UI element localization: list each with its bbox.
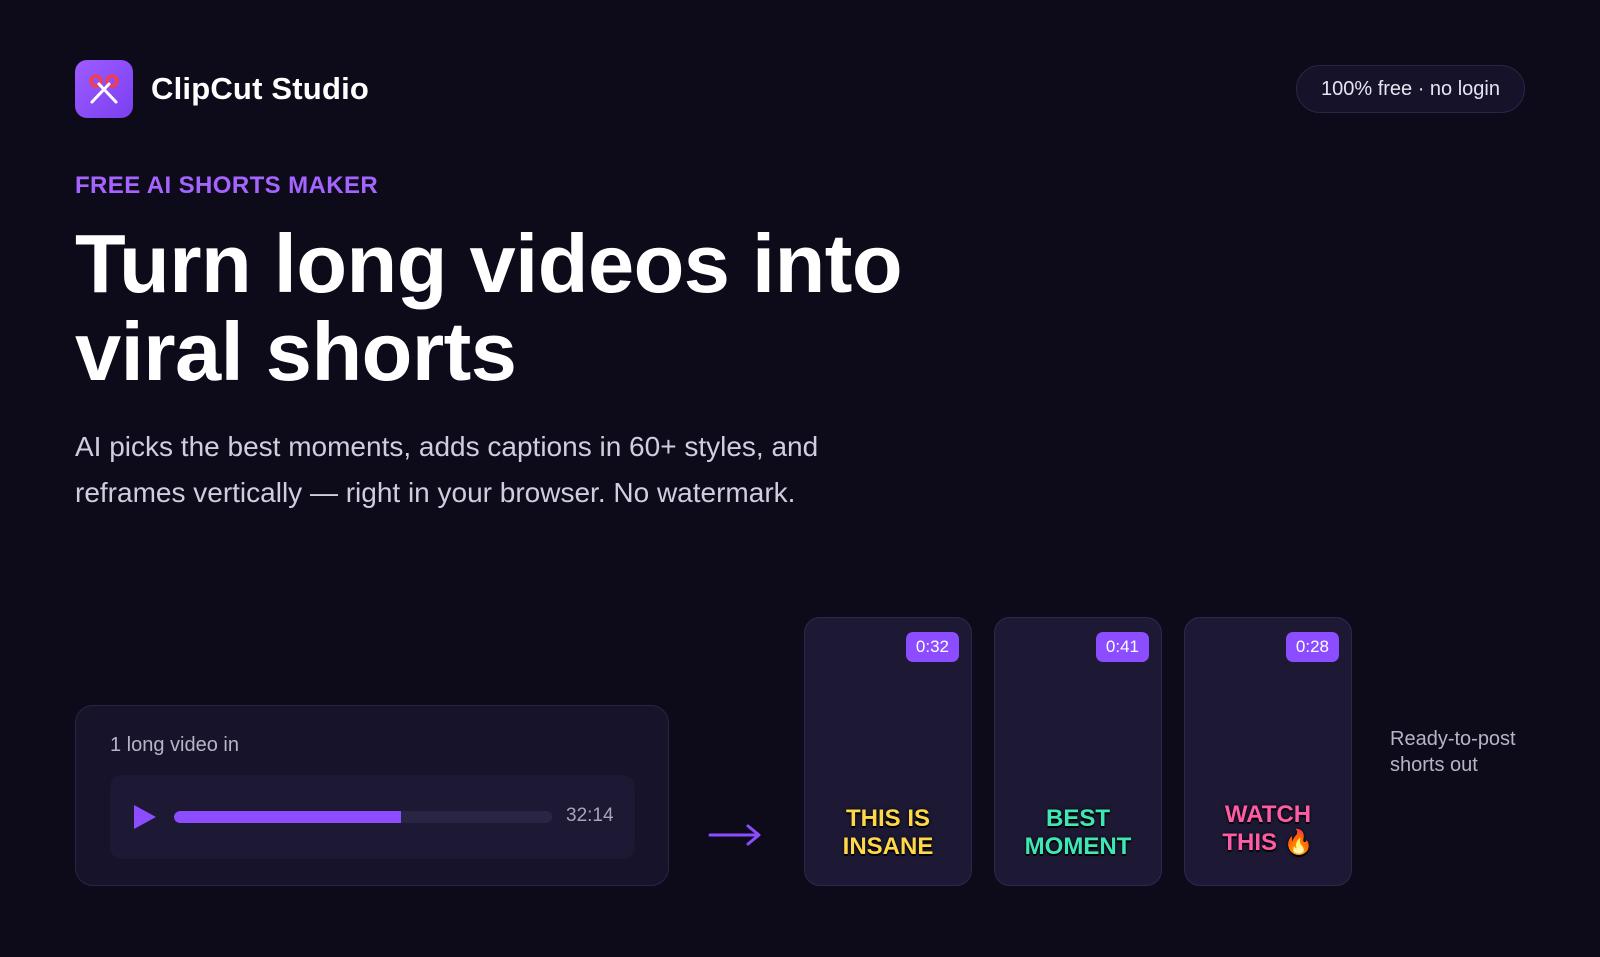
caption-line: THIS IS [845,805,930,832]
brand-name: ClipCut Studio [151,71,370,106]
headline-line-2: viral shorts [75,305,517,398]
caption-line: THIS 🔥 [1222,829,1314,856]
free-badge: 100% free · no login [1295,65,1525,113]
headline-line-1: Turn long videos into [75,217,903,310]
progress-fill [174,811,401,823]
short-caption: BEST MOMENT [995,805,1161,861]
arrow-right-icon [708,824,761,846]
caption-line: BEST [1045,805,1110,832]
site-header: ClipCut Studio 100% free · no login [75,60,1525,118]
short-caption: THIS IS INSANE [805,805,971,861]
short-card[interactable]: 0:28 WATCH THIS 🔥 [1184,617,1352,886]
short-duration-badge: 0:41 [1095,632,1149,662]
caption-line: MOMENT [1024,833,1132,860]
subtitle-line-2: reframes vertically — right in your brow… [75,477,796,508]
short-duration-badge: 0:28 [1285,632,1339,662]
caption-line: WATCH [1224,801,1312,828]
short-card[interactable]: 0:41 BEST MOMENT [994,617,1162,886]
page-title: Turn long videos into viral shorts [75,220,975,396]
output-label-line-2: shorts out [1390,754,1478,776]
subtitle-line-1: AI picks the best moments, adds captions… [75,431,819,462]
short-duration-badge: 0:32 [905,632,959,662]
input-video-label: 1 long video in [110,734,239,756]
eyebrow-label: FREE AI SHORTS MAKER [75,172,379,199]
input-video-card: 1 long video in 32:14 [75,705,669,886]
short-card[interactable]: 0:32 THIS IS INSANE [804,617,972,886]
scissors-icon [75,60,133,118]
video-duration: 32:14 [566,805,614,826]
output-label: Ready-to-post shorts out [1390,726,1540,778]
output-label-line-1: Ready-to-post [1390,728,1516,750]
play-icon[interactable] [132,803,158,831]
caption-line: INSANE [842,833,934,860]
short-caption: WATCH THIS 🔥 [1185,801,1351,857]
progress-track[interactable] [174,811,552,823]
brand[interactable]: ClipCut Studio [75,60,369,118]
video-player: 32:14 [110,775,635,859]
hero-subtitle: AI picks the best moments, adds captions… [75,424,935,516]
